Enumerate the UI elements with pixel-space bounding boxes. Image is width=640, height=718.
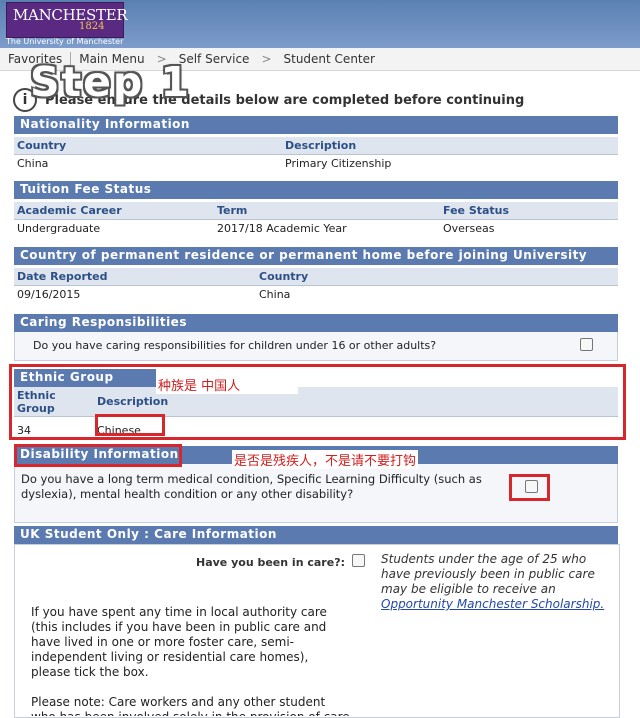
col-academic-career: Academic Career (17, 204, 122, 217)
care-note: Students under the age of 25 who have pr… (381, 552, 611, 612)
disability-annotation: 是否是残疾人，不是请不要打钩 (232, 450, 419, 469)
care-checkbox[interactable] (352, 554, 365, 567)
col-country: Country (17, 139, 67, 152)
chinese-highlight-box (95, 414, 165, 436)
step-label: Step 1 (30, 58, 192, 106)
caring-question: Do you have caring responsibilities for … (33, 339, 437, 352)
disability-title-highlight (14, 444, 182, 467)
residence-header-row: Date Reported Country (14, 268, 618, 286)
nationality-country: China (17, 157, 49, 170)
university-logo[interactable]: MANCHESTER 1824 (6, 2, 128, 38)
nationality-title: Nationality Information (14, 116, 618, 134)
uk-care-title: UK Student Only : Care Information (14, 526, 618, 544)
disability-checkbox-highlight (509, 474, 550, 501)
residence-section: Country of permanent residence or perman… (14, 247, 618, 303)
header-banner: MANCHESTER 1824 The University of Manche… (0, 0, 640, 48)
care-note-text: Students under the age of 25 who have pr… (381, 552, 595, 596)
caring-row: Do you have caring responsibilities for … (14, 332, 618, 361)
uk-care-section: UK Student Only : Care Information (14, 526, 618, 544)
caring-section: Caring Responsibilities Do you have cari… (14, 314, 618, 361)
residence-country: China (259, 288, 291, 301)
residence-date: 09/16/2015 (17, 288, 81, 301)
tuition-term: 2017/18 Academic Year (217, 222, 347, 235)
table-row: 09/16/2015 China (14, 286, 618, 303)
tuition-title: Tuition Fee Status (14, 181, 618, 199)
tuition-fee: Overseas (443, 222, 495, 235)
logo-year: 1824 (79, 21, 105, 32)
residence-title: Country of permanent residence or perman… (14, 247, 618, 265)
col-description: Description (285, 139, 357, 152)
table-row: Undergraduate 2017/18 Academic Year Over… (14, 220, 618, 237)
university-name: The University of Manchester (6, 37, 124, 46)
tuition-career: Undergraduate (17, 222, 101, 235)
col-term: Term (217, 204, 248, 217)
col-country: Country (259, 270, 309, 283)
breadcrumb-separator: > (261, 52, 272, 66)
nav-student-center[interactable]: Student Center (276, 52, 383, 66)
caring-checkbox[interactable] (580, 338, 593, 351)
care-please-note: Please note: Care workers and any other … (31, 695, 350, 716)
tuition-section: Tuition Fee Status Academic Career Term … (14, 181, 618, 237)
col-fee-status: Fee Status (443, 204, 510, 217)
scholarship-link[interactable]: Opportunity Manchester Scholarship. (381, 597, 604, 611)
table-row: China Primary Citizenship (14, 155, 618, 172)
nationality-header-row: Country Description (14, 137, 618, 155)
col-date-reported: Date Reported (17, 270, 108, 283)
disability-question: Do you have a long term medical conditio… (21, 472, 482, 501)
tuition-header-row: Academic Career Term Fee Status (14, 202, 618, 220)
care-question: Have you been in care?: (196, 556, 345, 569)
caring-title: Caring Responsibilities (14, 314, 618, 332)
care-paragraph: If you have spent any time in local auth… (31, 605, 327, 679)
logo-text: MANCHESTER (13, 6, 128, 24)
nationality-section: Nationality Information Country Descript… (14, 116, 618, 172)
nationality-description: Primary Citizenship (285, 157, 392, 170)
